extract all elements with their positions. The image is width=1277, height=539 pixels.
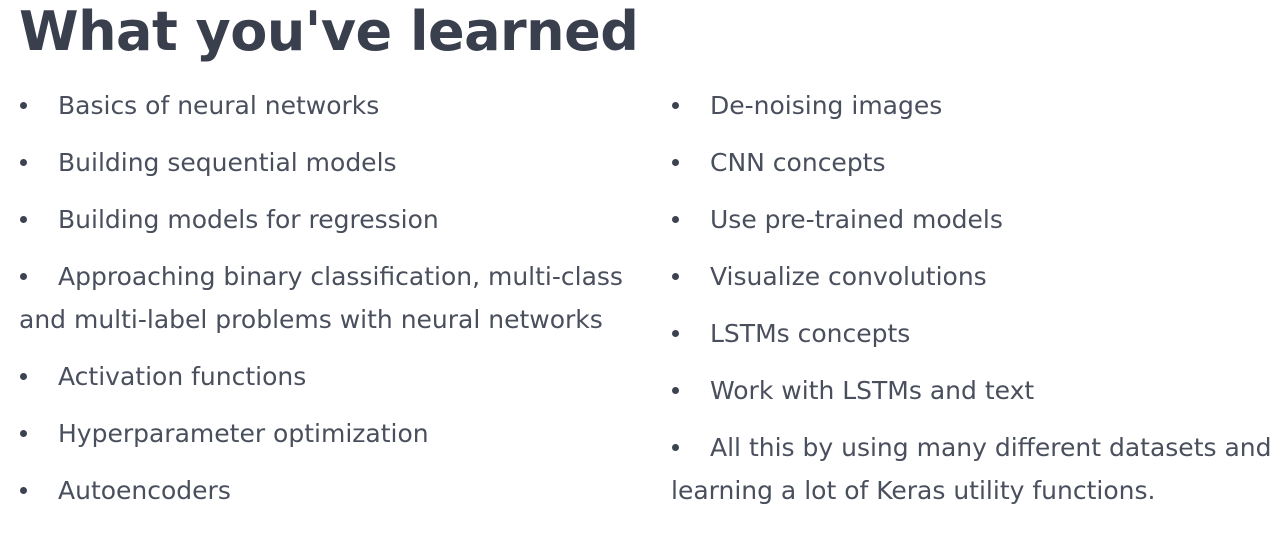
list-item: Building sequential models [19,141,629,184]
list-item: All this by using many different dataset… [671,426,1277,512]
bullet-icon [672,386,679,394]
list-item-text: Building models for regression [58,205,439,234]
bullet-icon [672,329,679,337]
list-item: Approaching binary classification, multi… [19,255,629,341]
list-item-text: Approaching binary classification, multi… [19,262,623,334]
list-item: Building models for regression [19,198,629,241]
list-item-text: All this by using many different dataset… [671,433,1272,505]
list-item-text: LSTMs concepts [710,319,911,348]
bullet-icon [20,101,27,109]
list-item: LSTMs concepts [671,312,1277,355]
bullet-icon [672,158,679,166]
list-item-text: Use pre-trained models [710,205,1003,234]
bullet-icon [672,272,679,280]
page-title: What you've learned [19,0,639,63]
list-item-text: Activation functions [58,362,307,391]
list-item-text: Hyperparameter optimization [58,419,429,448]
bullet-icon [20,158,27,166]
learned-list-left: Basics of neural networks Building seque… [19,84,629,526]
bullet-icon [672,215,679,223]
list-item: CNN concepts [671,141,1277,184]
list-item-text: Autoencoders [58,476,231,505]
bullet-icon [20,429,27,437]
list-item-text: Basics of neural networks [58,91,380,120]
list-item-text: Building sequential models [58,148,397,177]
list-item: Visualize convolutions [671,255,1277,298]
bullet-icon [20,215,27,223]
list-item-text: Work with LSTMs and text [710,376,1035,405]
list-item: Activation functions [19,355,629,398]
bullet-icon [20,372,27,380]
list-item: De-noising images [671,84,1277,127]
list-item: Work with LSTMs and text [671,369,1277,412]
bullet-icon [20,272,27,280]
list-item: Use pre-trained models [671,198,1277,241]
bullet-icon [672,443,679,451]
learned-list-right: De-noising images CNN concepts Use pre-t… [671,84,1277,526]
list-item: Hyperparameter optimization [19,412,629,455]
list-item: Basics of neural networks [19,84,629,127]
list-item-text: De-noising images [710,91,943,120]
bullet-icon [672,101,679,109]
list-item-text: Visualize convolutions [710,262,987,291]
list-item: Autoencoders [19,469,629,512]
list-item-text: CNN concepts [710,148,886,177]
bullet-icon [20,486,27,494]
